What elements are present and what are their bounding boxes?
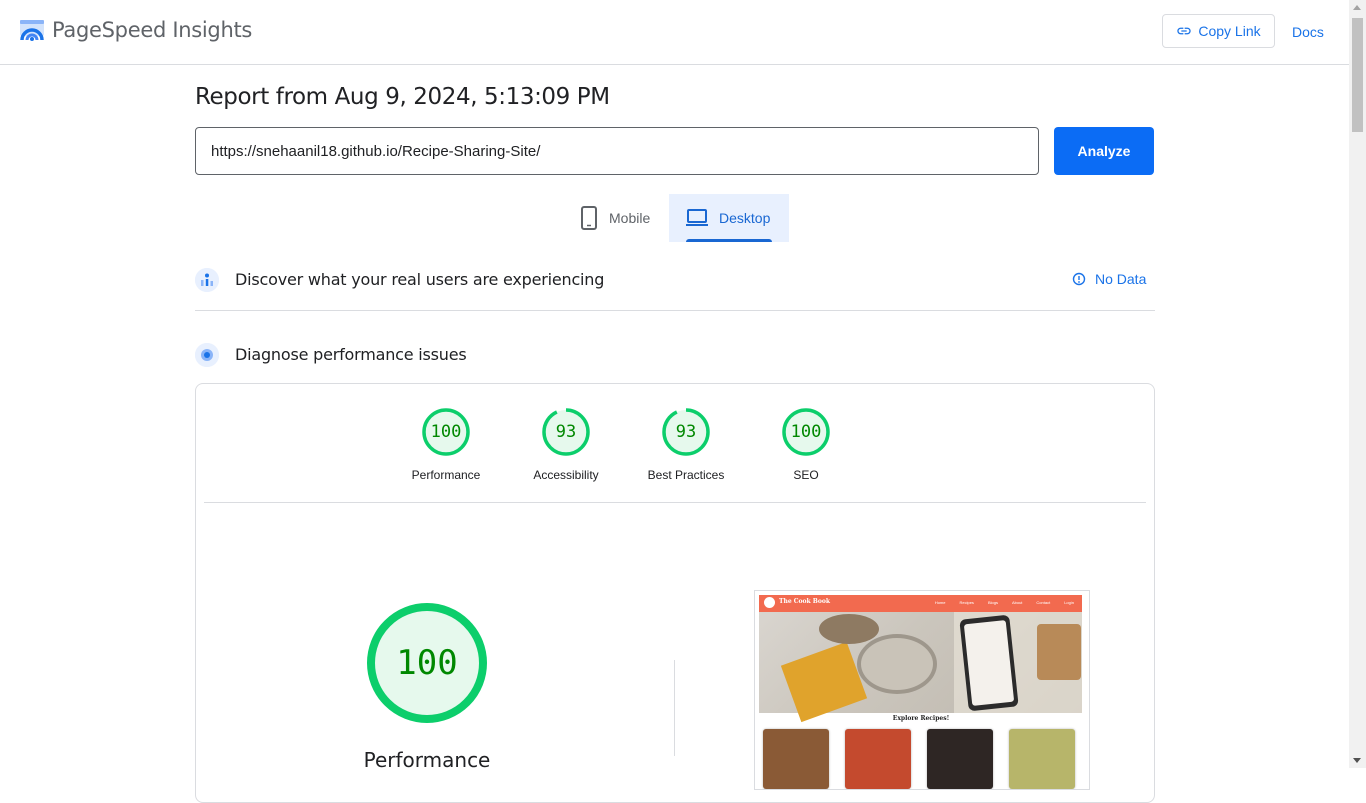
hero-cloth: [780, 641, 868, 723]
tab-desktop[interactable]: Desktop: [669, 194, 789, 242]
gauge-label: Best Practices: [647, 468, 725, 482]
gauge-ring: 100: [782, 408, 830, 456]
scrollbar-thumb[interactable]: [1352, 18, 1363, 132]
field-data-title: Discover what your real users are experi…: [235, 270, 605, 289]
recipe-thumb: [927, 729, 993, 789]
gauge-label: Performance: [411, 468, 481, 482]
gauge-ring: 93: [542, 408, 590, 456]
screenshot-nav-link: Home: [934, 600, 946, 605]
gauge-value: 100: [430, 422, 462, 442]
gauge-value: 93: [675, 422, 697, 442]
hero-phone: [959, 614, 1019, 712]
screenshot-nav-link: Blogs: [987, 600, 998, 605]
score-gauge-seo[interactable]: 100 SEO: [756, 408, 856, 482]
tab-mobile[interactable]: Mobile: [566, 194, 669, 242]
gauge-ring: 100: [422, 408, 470, 456]
section-divider: [195, 310, 1155, 311]
screenshot-nav-link: Contact: [1036, 600, 1051, 605]
screenshot-brand: The Cook Book: [779, 598, 830, 605]
no-data-label: No Data: [1095, 271, 1147, 287]
screenshot-navbar: The Cook Book Home Recipes Blogs About Conta…: [759, 595, 1082, 612]
main-score-value: 100: [396, 643, 458, 683]
hero-sandwich: [1037, 624, 1081, 680]
screenshot-nav-links: Home Recipes Blogs About Contact Login: [935, 600, 1074, 605]
url-input[interactable]: [195, 127, 1039, 175]
docs-link[interactable]: Docs: [1292, 24, 1324, 40]
tab-desktop-label: Desktop: [719, 210, 771, 226]
main-score-label: Performance: [363, 748, 491, 772]
hero-plate: [857, 634, 937, 694]
screenshot-nav-link: About: [1011, 600, 1023, 605]
report-title: Report from Aug 9, 2024, 5:13:09 PM: [195, 84, 610, 110]
gauge-ring: 93: [662, 408, 710, 456]
page-scrollbar[interactable]: [1349, 0, 1366, 768]
scroll-down-arrow-icon[interactable]: [1353, 758, 1361, 763]
app-title[interactable]: PageSpeed Insights: [52, 18, 252, 42]
info-icon: [1072, 272, 1086, 286]
recipe-thumb: [845, 729, 911, 789]
copy-link-label: Copy Link: [1198, 23, 1261, 39]
gauge-label: Accessibility: [533, 468, 599, 482]
screenshot-nav-link: Recipes: [959, 600, 974, 605]
lab-data-title: Diagnose performance issues: [235, 345, 467, 364]
scores-card: 100 Performance 93 Accessibility 93 Best Prac…: [195, 383, 1155, 803]
selected-tab-indicator: [686, 239, 772, 242]
link-icon: [1177, 27, 1192, 35]
tab-mobile-label: Mobile: [609, 210, 651, 226]
recipe-thumb: [763, 729, 829, 789]
score-gauge-accessibility[interactable]: 93 Accessibility: [516, 408, 616, 482]
top-bar: PageSpeed Insights Copy Link Docs: [0, 0, 1349, 65]
no-data-link[interactable]: No Data: [1072, 271, 1146, 287]
score-gauge-best-practices[interactable]: 93 Best Practices: [636, 408, 736, 482]
screenshot-logo-icon: [764, 597, 775, 608]
scroll-up-arrow-icon[interactable]: [1353, 5, 1361, 10]
page-screenshot: The Cook Book Home Recipes Blogs About Conta…: [754, 590, 1090, 790]
score-gauge-performance[interactable]: 100 Performance: [396, 408, 496, 482]
hero-bowl: [819, 614, 879, 644]
users-chart-icon: [195, 268, 219, 292]
gauge-label: SEO: [793, 468, 819, 482]
laptop-icon: [686, 209, 708, 226]
copy-link-button[interactable]: Copy Link: [1162, 14, 1275, 48]
performance-main-gauge: 100: [366, 602, 488, 724]
smartphone-icon: [581, 206, 597, 230]
recipe-thumb: [1009, 729, 1075, 789]
gauge-value: 93: [555, 422, 577, 442]
screenshot-caption: Explore Recipes!: [892, 715, 950, 722]
screenshot-nav-link: Login: [1064, 600, 1074, 605]
screenshot-hero-image: [759, 612, 1082, 723]
vertical-divider: [674, 660, 675, 756]
diagnose-icon: [195, 343, 219, 367]
gauge-value: 100: [790, 422, 822, 442]
card-divider: [204, 502, 1146, 503]
analyze-button[interactable]: Analyze: [1054, 127, 1154, 175]
pagespeed-logo-icon[interactable]: [19, 18, 45, 44]
